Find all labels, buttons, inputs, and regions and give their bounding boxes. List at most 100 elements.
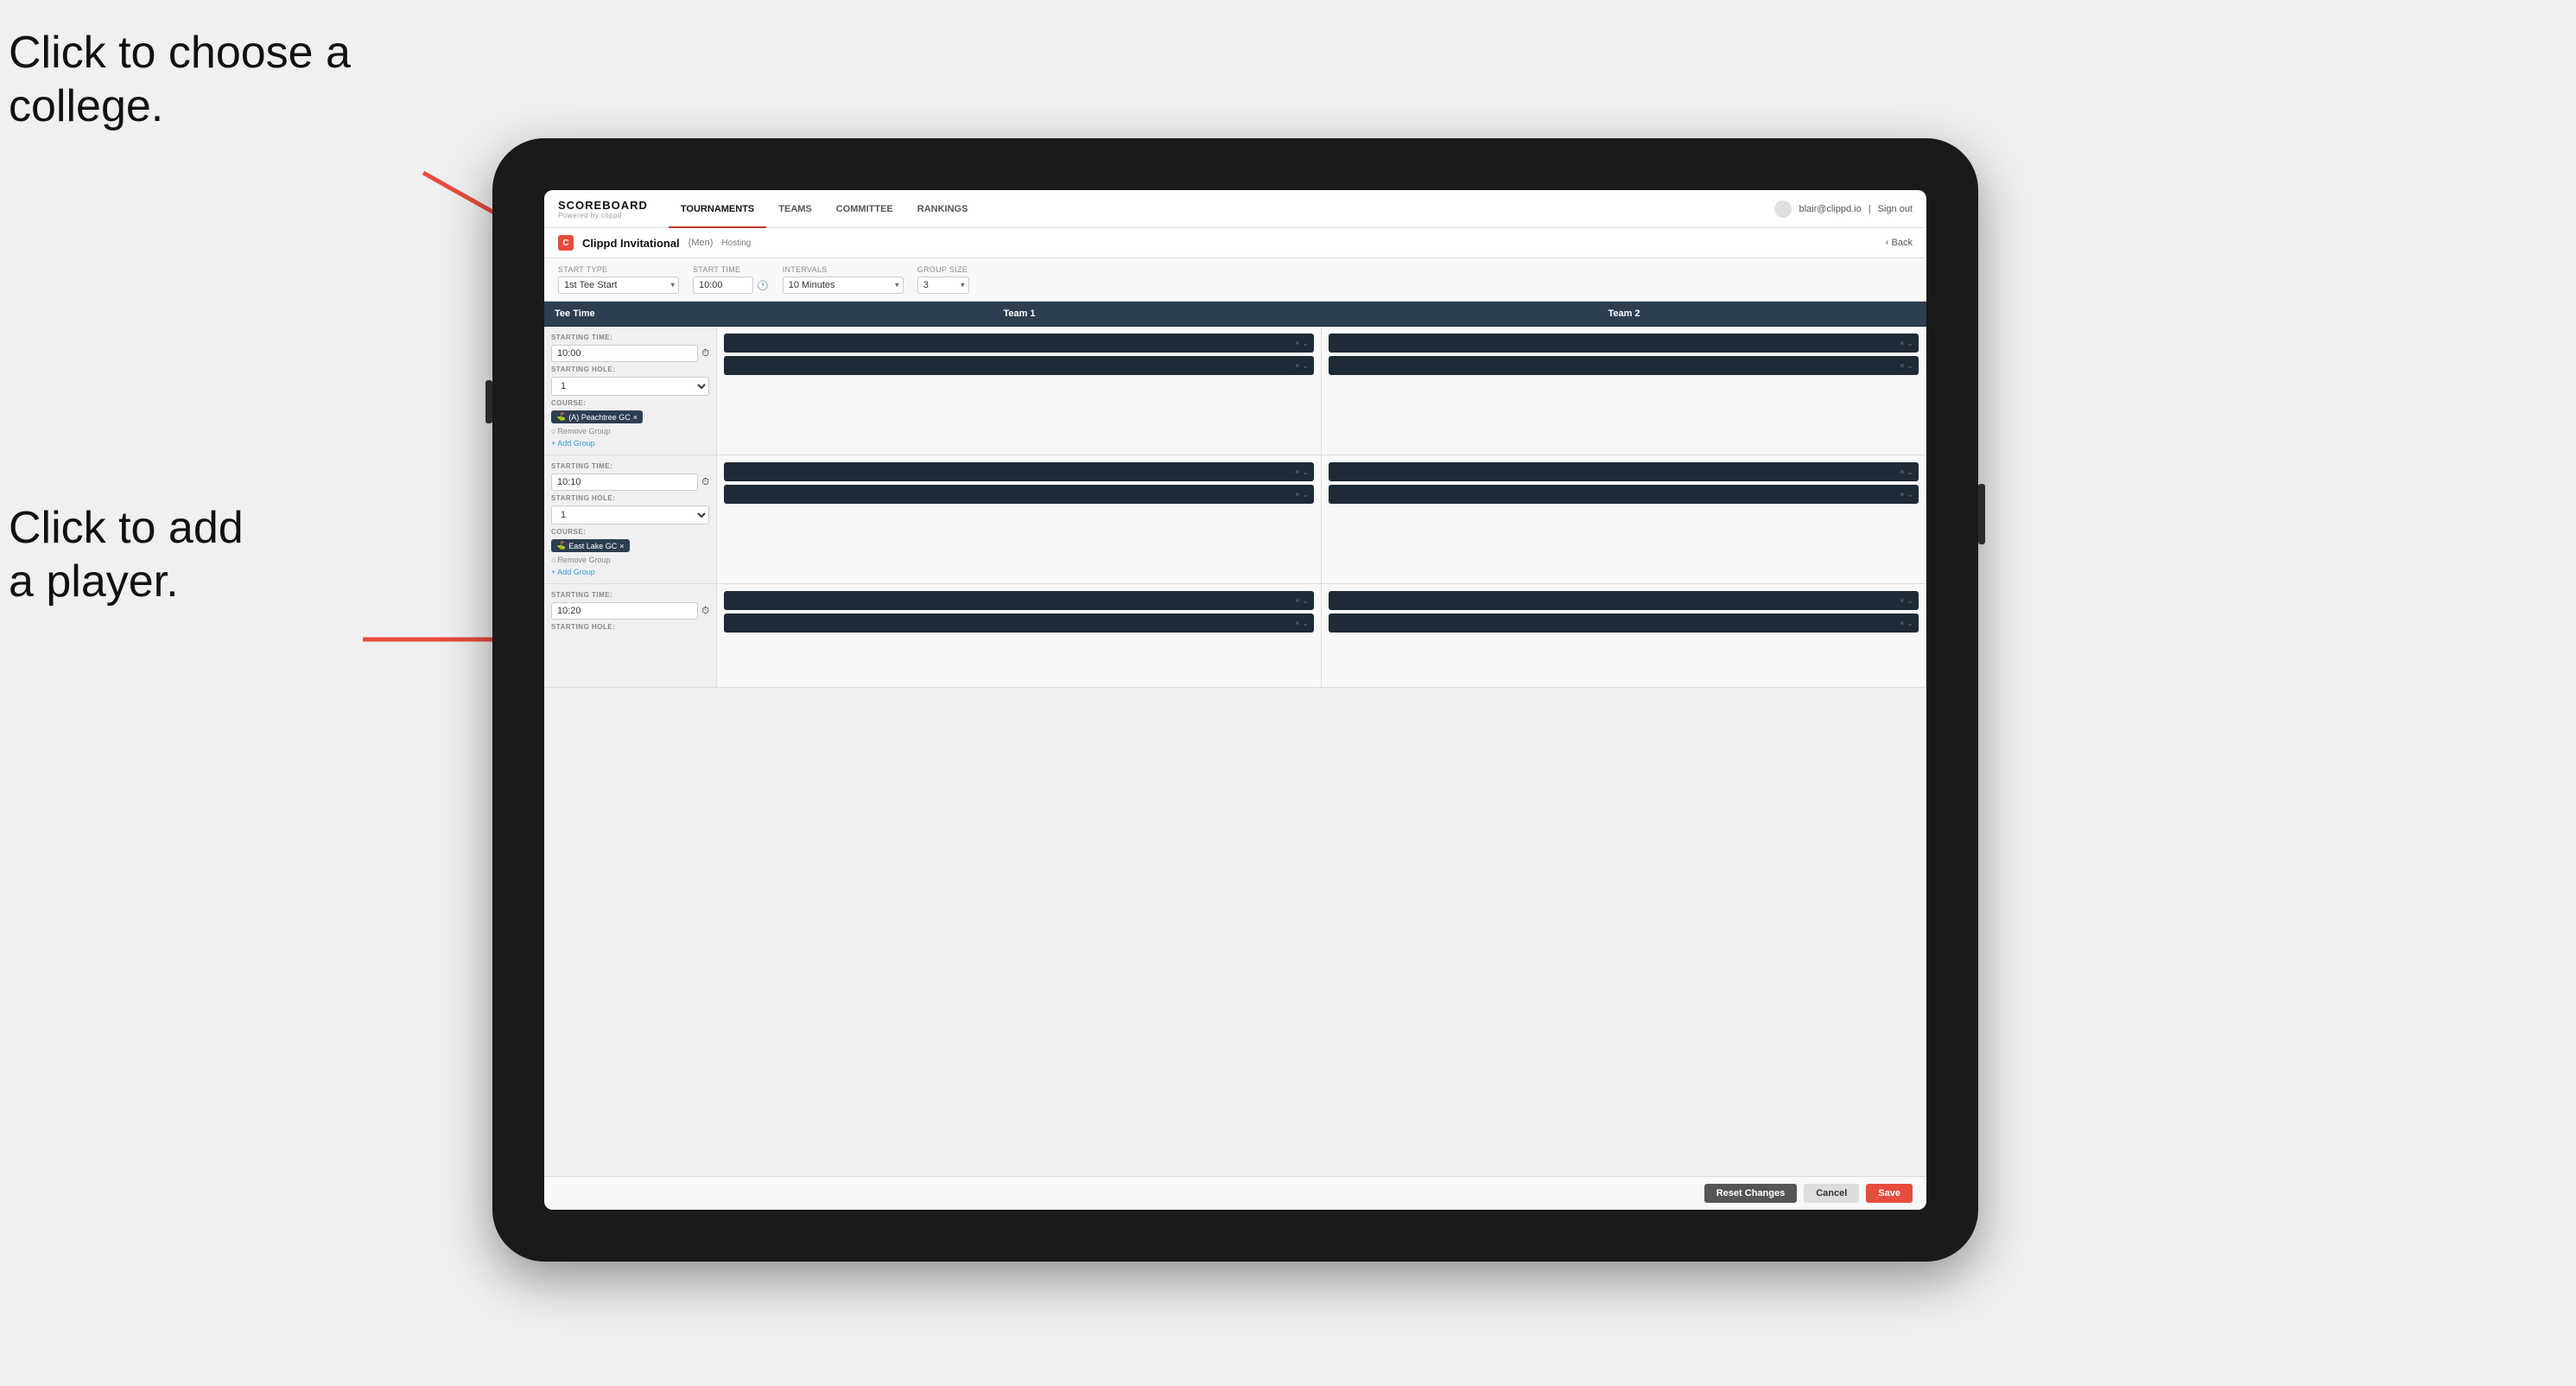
group-row-3: STARTING TIME: ⏱ STARTING HOLE: × ⌄: [544, 584, 1926, 688]
x-icon-1-1[interactable]: ×: [1295, 339, 1299, 348]
course-tag-1[interactable]: ⛳ (A) Peachtree GC ×: [551, 410, 643, 423]
player-slot-4-2[interactable]: × ⌄: [1329, 485, 1919, 504]
clock-icon-2: ⏱: [701, 477, 709, 488]
starting-hole-label-2: STARTING HOLE:: [551, 494, 709, 502]
start-time-label: Start Time: [693, 265, 769, 274]
starting-time-label-3: STARTING TIME:: [551, 591, 709, 599]
remove-group-2[interactable]: ○ Remove Group: [551, 556, 709, 564]
x-icon-2-1[interactable]: ×: [1900, 339, 1904, 348]
start-time-input[interactable]: [693, 277, 753, 294]
x-icon-3-2[interactable]: ×: [1295, 490, 1299, 499]
team1-cell-3: × ⌄ × ⌄: [717, 584, 1322, 687]
save-button[interactable]: Save: [1866, 1184, 1913, 1203]
nav-link-teams[interactable]: TEAMS: [766, 190, 824, 228]
x-icon-6-2[interactable]: ×: [1900, 619, 1904, 628]
player-slot-6-2[interactable]: × ⌄: [1329, 614, 1919, 633]
course-tag-2[interactable]: ⛳ East Lake GC ×: [551, 539, 630, 552]
group-size-select-wrap: 3 2 4: [917, 277, 969, 294]
main-content: Tee Time Team 1 Team 2 STARTING TIME: ⏱ …: [544, 302, 1926, 1176]
course-label-2: COURSE:: [551, 528, 709, 536]
x-icon-3-1[interactable]: ×: [1295, 467, 1299, 477]
chevron-icon-5-2[interactable]: ⌄: [1302, 619, 1309, 628]
group-row-2: STARTING TIME: ⏱ STARTING HOLE: 1 COURSE…: [544, 455, 1926, 584]
player-slot-icons-4-1: × ⌄: [1900, 467, 1913, 477]
chevron-icon-6-2[interactable]: ⌄: [1907, 619, 1913, 628]
clock-icon: 🕐: [757, 280, 769, 291]
player-slot-5-2[interactable]: × ⌄: [724, 614, 1314, 633]
x-icon-5-2[interactable]: ×: [1295, 619, 1299, 628]
player-slot-icons-4-2: × ⌄: [1900, 490, 1913, 499]
chevron-icon-2-1[interactable]: ⌄: [1907, 339, 1913, 348]
cancel-button[interactable]: Cancel: [1804, 1184, 1859, 1203]
nav-links: TOURNAMENTS TEAMS COMMITTEE RANKINGS: [669, 190, 1775, 228]
chevron-icon-6-1[interactable]: ⌄: [1907, 596, 1913, 606]
hosting-badge: Hosting: [721, 238, 751, 248]
chevron-icon-3-2[interactable]: ⌄: [1302, 490, 1309, 499]
add-group-2[interactable]: + Add Group: [551, 568, 709, 576]
starting-time-wrap-1: ⏱: [551, 345, 709, 362]
starting-time-wrap-3: ⏱: [551, 602, 709, 620]
nav-link-rankings[interactable]: RANKINGS: [905, 190, 980, 228]
starting-time-input-2[interactable]: [551, 474, 698, 491]
tablet-left-button[interactable]: [485, 380, 492, 423]
starting-time-wrap-2: ⏱: [551, 474, 709, 491]
th-team1: Team 1: [717, 302, 1322, 326]
tablet-frame: SCOREBOARD Powered by clippd TOURNAMENTS…: [492, 138, 1978, 1262]
clippd-logo: C: [558, 235, 574, 251]
player-slot-1-2[interactable]: × ⌄: [724, 356, 1314, 375]
course-remove-2[interactable]: ×: [619, 542, 624, 550]
starting-time-label-1: STARTING TIME:: [551, 334, 709, 341]
intervals-select[interactable]: 10 Minutes 8 Minutes 12 Minutes: [783, 277, 904, 294]
back-icon: ‹: [1886, 238, 1892, 248]
player-slot-4-1[interactable]: × ⌄: [1329, 462, 1919, 481]
separator: |: [1869, 204, 1871, 214]
chevron-icon-1-1[interactable]: ⌄: [1302, 339, 1309, 348]
chevron-icon-1-2[interactable]: ⌄: [1302, 361, 1309, 371]
back-button[interactable]: ‹ Back: [1886, 238, 1913, 248]
player-slot-3-1[interactable]: × ⌄: [724, 462, 1314, 481]
starting-hole-select-1[interactable]: 1: [551, 377, 709, 396]
course-remove-1[interactable]: ×: [633, 413, 638, 422]
player-slot-6-1[interactable]: × ⌄: [1329, 591, 1919, 610]
starting-hole-wrap-2: 1: [551, 505, 709, 525]
chevron-icon-2-2[interactable]: ⌄: [1907, 361, 1913, 371]
chevron-icon-4-2[interactable]: ⌄: [1907, 490, 1913, 499]
chevron-icon-3-1[interactable]: ⌄: [1302, 467, 1309, 477]
app-container: SCOREBOARD Powered by clippd TOURNAMENTS…: [544, 190, 1926, 1210]
reset-button[interactable]: Reset Changes: [1704, 1184, 1797, 1203]
course-icon-1: ⛳: [556, 412, 566, 422]
starting-hole-select-2[interactable]: 1: [551, 505, 709, 525]
starting-time-input-3[interactable]: [551, 602, 698, 620]
intervals-select-wrap: 10 Minutes 8 Minutes 12 Minutes: [783, 277, 904, 294]
player-slot-1-1[interactable]: × ⌄: [724, 334, 1314, 353]
player-slot-3-2[interactable]: × ⌄: [724, 485, 1314, 504]
tablet-right-button[interactable]: [1978, 484, 1985, 544]
group-meta-3: STARTING TIME: ⏱ STARTING HOLE:: [544, 584, 717, 687]
player-slot-2-1[interactable]: × ⌄: [1329, 334, 1919, 353]
nav-link-committee[interactable]: COMMITTEE: [824, 190, 905, 228]
x-icon-6-1[interactable]: ×: [1900, 596, 1904, 606]
player-slot-5-1[interactable]: × ⌄: [724, 591, 1314, 610]
chevron-icon-5-1[interactable]: ⌄: [1302, 596, 1309, 606]
player-slot-icons-2-1: × ⌄: [1900, 339, 1913, 348]
remove-group-1[interactable]: ○ Remove Group: [551, 427, 709, 436]
x-icon-2-2[interactable]: ×: [1900, 361, 1904, 371]
start-type-select[interactable]: 1st Tee Start Shotgun Start: [558, 277, 679, 294]
course-icon-2: ⛳: [556, 541, 566, 550]
x-icon-4-2[interactable]: ×: [1900, 490, 1904, 499]
nav-link-tournaments[interactable]: TOURNAMENTS: [669, 190, 766, 228]
team1-cell-2: × ⌄ × ⌄: [717, 455, 1322, 583]
starting-time-input-1[interactable]: [551, 345, 698, 362]
sign-out-link[interactable]: Sign out: [1878, 204, 1913, 214]
x-icon-5-1[interactable]: ×: [1295, 596, 1299, 606]
start-time-group: Start Time 🕐: [693, 265, 769, 294]
x-icon-4-1[interactable]: ×: [1900, 467, 1904, 477]
event-title: Clippd Invitational: [582, 237, 680, 250]
x-icon-1-2[interactable]: ×: [1295, 361, 1299, 371]
player-slot-2-2[interactable]: × ⌄: [1329, 356, 1919, 375]
add-group-1[interactable]: + Add Group: [551, 439, 709, 448]
intervals-group: Intervals 10 Minutes 8 Minutes 12 Minute…: [783, 265, 904, 294]
chevron-icon-4-1[interactable]: ⌄: [1907, 467, 1913, 477]
start-type-label: Start Type: [558, 265, 679, 274]
group-size-select[interactable]: 3 2 4: [917, 277, 969, 294]
